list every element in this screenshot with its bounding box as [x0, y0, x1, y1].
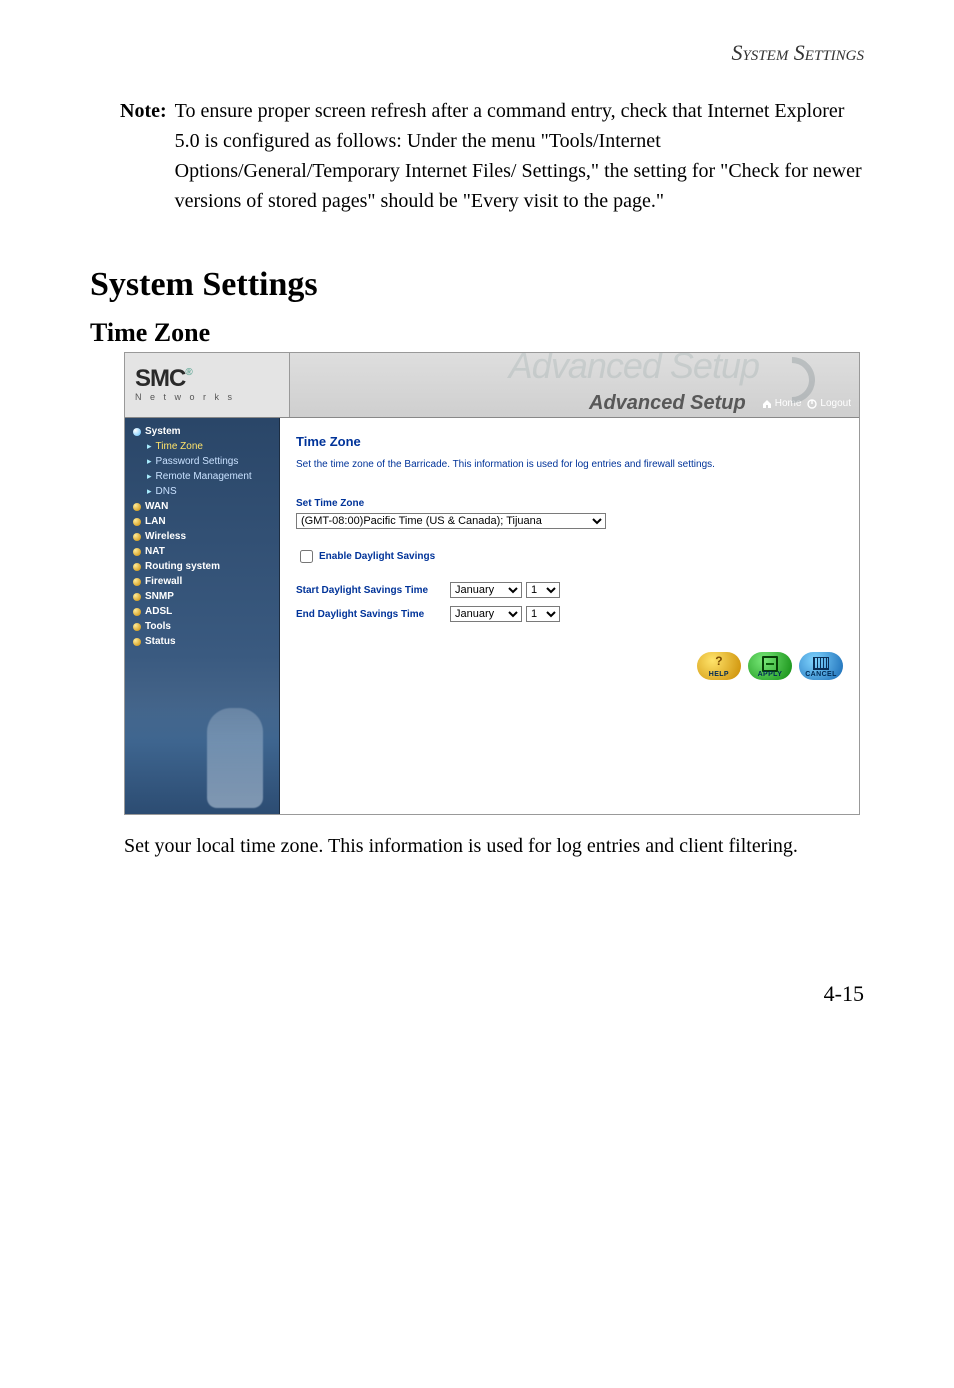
note-label: Note: — [120, 96, 167, 216]
sidebar-group-lan[interactable]: LAN — [125, 514, 279, 529]
logo-subtext: N e t w o r k s — [135, 392, 235, 402]
content-panel: Time Zone Set the time zone of the Barri… — [280, 418, 859, 814]
sidebar: System ▸Time Zone ▸Password Settings ▸Re… — [125, 418, 280, 814]
end-dst-day-select[interactable]: 1 — [526, 606, 560, 622]
note-block: Note: To ensure proper screen refresh af… — [0, 76, 954, 236]
sidebar-group-nat[interactable]: NAT — [125, 544, 279, 559]
bullet-icon — [133, 533, 141, 541]
bullet-icon — [133, 503, 141, 511]
logout-icon — [807, 399, 817, 409]
sidebar-group-system[interactable]: System — [125, 424, 279, 439]
banner: Advanced Setup Advanced Setup Home Logou… — [290, 353, 859, 417]
caption-text: Set your local time zone. This informati… — [124, 831, 864, 861]
bullet-icon — [133, 593, 141, 601]
running-header: System Settings — [0, 0, 954, 76]
home-icon — [762, 399, 772, 409]
sidebar-item-remote-management[interactable]: ▸Remote Management — [125, 469, 279, 484]
sidebar-group-routing[interactable]: Routing system — [125, 559, 279, 574]
page-title: System Settings — [90, 266, 954, 304]
sidebar-item-time-zone[interactable]: ▸Time Zone — [125, 439, 279, 454]
arrow-icon: ▸ — [147, 486, 152, 497]
bullet-icon — [133, 623, 141, 631]
arrow-icon: ▸ — [147, 456, 152, 467]
end-dst-label: End Daylight Savings Time — [296, 609, 450, 620]
bullet-icon — [133, 548, 141, 556]
arrow-icon: ▸ — [147, 471, 152, 482]
logo-area: SMC® N e t w o r k s — [125, 353, 290, 417]
section-title: Time Zone — [90, 318, 954, 348]
enable-dst-label: Enable Daylight Savings — [319, 551, 435, 562]
start-dst-label: Start Daylight Savings Time — [296, 585, 450, 596]
bullet-icon — [133, 518, 141, 526]
enable-dst-checkbox[interactable] — [300, 550, 313, 563]
banner-art-icon — [765, 353, 855, 399]
sidebar-item-password-settings[interactable]: ▸Password Settings — [125, 454, 279, 469]
sidebar-group-wan[interactable]: WAN — [125, 499, 279, 514]
bullet-icon — [133, 563, 141, 571]
sidebar-group-wireless[interactable]: Wireless — [125, 529, 279, 544]
bullet-icon — [133, 638, 141, 646]
time-zone-select[interactable]: (GMT-08:00)Pacific Time (US & Canada); T… — [296, 513, 606, 529]
bullet-icon — [133, 578, 141, 586]
sidebar-decor-image — [125, 694, 279, 814]
logout-link[interactable]: Logout — [807, 398, 851, 409]
logo-brand: SMC® — [135, 368, 192, 390]
sidebar-group-snmp[interactable]: SNMP — [125, 589, 279, 604]
arrow-icon: ▸ — [147, 441, 152, 452]
end-dst-month-select[interactable]: January — [450, 606, 522, 622]
apply-button[interactable]: APPLY — [748, 652, 792, 680]
sidebar-group-adsl[interactable]: ADSL — [125, 604, 279, 619]
panel-description: Set the time zone of the Barricade. This… — [296, 459, 843, 470]
start-dst-day-select[interactable]: 1 — [526, 582, 560, 598]
bullet-icon — [133, 428, 141, 436]
panel-title: Time Zone — [296, 434, 843, 449]
page-number: 4-15 — [0, 861, 954, 1037]
start-dst-month-select[interactable]: January — [450, 582, 522, 598]
router-admin-screenshot: SMC® N e t w o r k s Advanced Setup Adva… — [124, 352, 860, 815]
sidebar-group-status[interactable]: Status — [125, 634, 279, 649]
sidebar-group-firewall[interactable]: Firewall — [125, 574, 279, 589]
sidebar-group-tools[interactable]: Tools — [125, 619, 279, 634]
banner-ghost-text: Advanced Setup — [509, 353, 759, 387]
bullet-icon — [133, 608, 141, 616]
help-button[interactable]: HELP — [697, 652, 741, 680]
cancel-button[interactable]: CANCEL — [799, 652, 843, 680]
sidebar-item-dns[interactable]: ▸DNS — [125, 484, 279, 499]
banner-title: Advanced Setup — [589, 392, 746, 415]
set-time-zone-label: Set Time Zone — [296, 498, 843, 509]
note-body: To ensure proper screen refresh after a … — [175, 96, 864, 216]
